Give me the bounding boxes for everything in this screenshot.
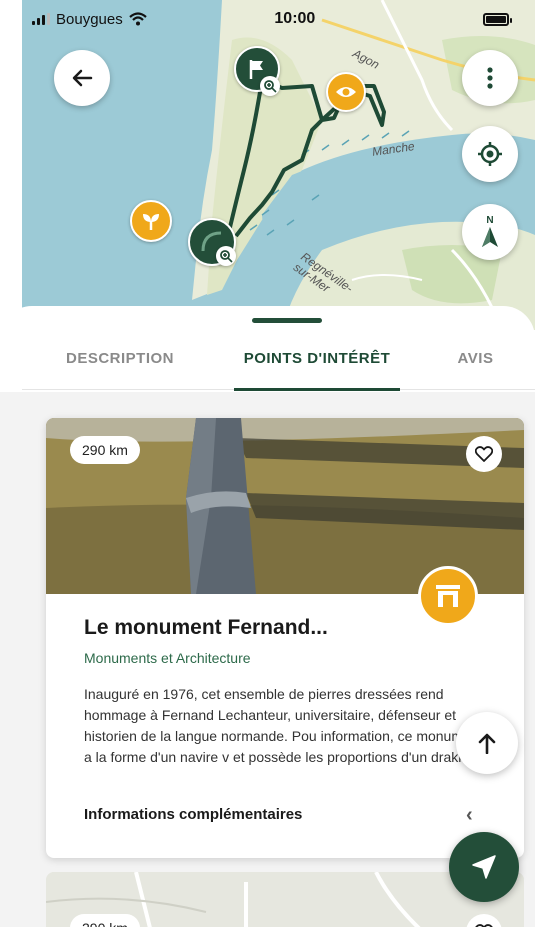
zoom-badge-start[interactable] xyxy=(260,76,280,96)
navigate-button[interactable] xyxy=(449,832,519,902)
map-view[interactable]: Agon Manche Regnéville-sur-Mer N xyxy=(22,0,535,330)
nature-sprout-marker[interactable] xyxy=(130,200,172,242)
wifi-icon xyxy=(128,12,147,26)
status-bar: Bouygues 10:00 xyxy=(0,0,535,38)
clock: 10:00 xyxy=(274,10,316,27)
favorite-button[interactable] xyxy=(466,436,502,472)
monument-arch-icon xyxy=(436,585,460,607)
sprout-icon xyxy=(143,214,159,230)
bottom-sheet: DESCRIPTION POINTS D'INTÉRÊT AVIS 290 km xyxy=(0,306,535,927)
heart-icon xyxy=(475,446,493,462)
signal-icon xyxy=(32,13,50,25)
poi-category[interactable]: Monuments et Architecture xyxy=(84,650,251,666)
tab-bar: DESCRIPTION POINTS D'INTÉRÊT AVIS xyxy=(22,344,535,391)
tab-reviews[interactable]: AVIS xyxy=(416,344,535,390)
poi-description: Inauguré en 1976, cet ensemble de pierre… xyxy=(84,686,483,765)
category-badge xyxy=(418,566,478,626)
chevron-left-icon[interactable]: ‹ xyxy=(466,804,473,827)
scroll-top-button[interactable] xyxy=(456,712,518,774)
arrow-up-icon xyxy=(478,733,496,754)
more-options-button[interactable] xyxy=(462,50,518,106)
locate-icon xyxy=(478,142,502,166)
viewpoint-eye-marker[interactable] xyxy=(326,72,366,112)
carrier-name: Bouygues xyxy=(56,10,123,28)
more-vertical-icon xyxy=(487,67,493,89)
compass-button[interactable]: N xyxy=(462,204,518,260)
battery-icon xyxy=(482,12,512,26)
zoom-in-icon xyxy=(264,80,277,93)
poi-title: Le monument Fernand... xyxy=(84,616,328,639)
more-info-link[interactable]: Informations complémentaires xyxy=(84,806,302,823)
tab-points-of-interest[interactable]: POINTS D'INTÉRÊT xyxy=(218,344,416,391)
compass-north-icon xyxy=(482,227,498,247)
distance-badge-2: 290 km xyxy=(70,914,140,927)
distance-badge: 290 km xyxy=(70,436,140,464)
map-canvas xyxy=(22,0,535,330)
back-arrow-icon xyxy=(72,69,93,87)
tab-description[interactable]: DESCRIPTION xyxy=(22,344,218,390)
sheet-grabber[interactable] xyxy=(252,318,322,323)
back-button[interactable] xyxy=(54,50,110,106)
zoom-badge-end[interactable] xyxy=(216,246,236,266)
zoom-in-icon xyxy=(220,250,233,263)
poi-card[interactable]: 290 km Le monument Fernand... Monuments … xyxy=(46,418,524,858)
navigation-arrow-icon xyxy=(472,855,496,879)
compass-north-label: N xyxy=(486,215,494,226)
eye-icon xyxy=(336,87,356,97)
locate-button[interactable] xyxy=(462,126,518,182)
